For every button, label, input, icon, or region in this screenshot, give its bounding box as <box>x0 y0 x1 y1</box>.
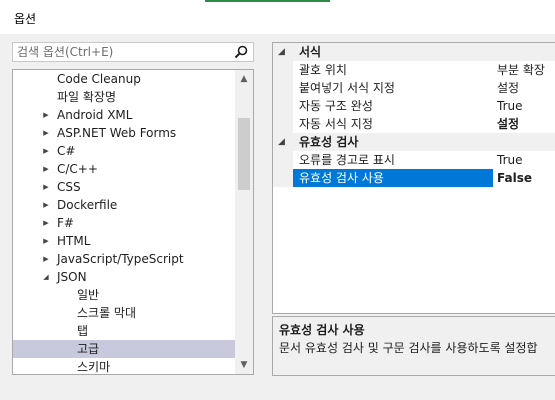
property-gutter <box>273 115 293 133</box>
property-row[interactable]: 자동 서식 지정 설정 <box>273 115 555 133</box>
tree-item-label: 고급 <box>77 342 100 356</box>
tree-item-label: JSON <box>57 270 87 284</box>
scroll-thumb[interactable] <box>238 118 250 190</box>
tree-item[interactable]: ▶ ASP.NET Web Forms <box>13 124 235 142</box>
tree-item[interactable]: ▶ F# <box>13 214 235 232</box>
tree-item-label: 스크롤 막대 <box>77 306 137 320</box>
tree-scrollbar[interactable]: ▲ ▼ <box>235 70 253 374</box>
property-gutter <box>273 79 293 97</box>
search-input[interactable] <box>17 44 227 60</box>
options-tree[interactable]: ▲ ▼ Code Cleanup 파일 확장명 ▶ Android XML ▶ ASP.N… <box>12 69 254 375</box>
description-panel: 유효성 검사 사용 문서 유효성 검사 및 구문 검사를 사용하도록 설정합 <box>272 316 555 376</box>
expand-arrow-icon[interactable]: ▶ <box>41 178 51 196</box>
tree-item[interactable]: 일반 <box>13 286 235 304</box>
tree-item[interactable]: 탭 <box>13 322 235 340</box>
tree-item-label: Android XML <box>57 108 133 122</box>
tree-item-label: CSS <box>57 180 81 194</box>
tree-item[interactable]: ▶ CSS <box>13 178 235 196</box>
tree-item-label: 파일 확장명 <box>57 90 117 104</box>
property-value[interactable]: False <box>497 169 555 187</box>
category-header[interactable]: ◢ 유효성 검사 <box>273 133 555 151</box>
tree-item[interactable]: 파일 확장명 <box>13 88 235 106</box>
search-icon[interactable] <box>233 44 249 60</box>
category-label: 유효성 검사 <box>299 135 359 149</box>
property-row[interactable]: 붙여넣기 서식 지정 설정 <box>273 79 555 97</box>
property-row[interactable]: 유효성 검사 사용 False <box>273 169 555 187</box>
tree-item-label: 스키마 <box>77 360 111 374</box>
property-gutter <box>273 61 293 79</box>
tree-item[interactable]: Code Cleanup <box>13 70 235 88</box>
description-text: 문서 유효성 검사 및 구문 검사를 사용하도록 설정합 <box>279 341 538 355</box>
property-name[interactable]: 자동 서식 지정 <box>293 115 493 133</box>
expand-arrow-icon[interactable]: ▶ <box>41 160 51 178</box>
tree-item-label: 탭 <box>77 324 89 338</box>
tree-item[interactable]: ▶ C/C++ <box>13 160 235 178</box>
tree-item[interactable]: ▶ Android XML <box>13 106 235 124</box>
scroll-down-arrow-icon[interactable]: ▼ <box>235 356 253 374</box>
property-value[interactable]: 설정 <box>497 79 555 97</box>
expand-arrow-icon[interactable]: ▶ <box>41 142 51 160</box>
tree-item[interactable]: ▶ JavaScript/TypeScript <box>13 250 235 268</box>
property-row[interactable]: 괄호 위치 부분 확장 <box>273 61 555 79</box>
expand-arrow-icon[interactable]: ▶ <box>41 250 51 268</box>
tree-item-label: 일반 <box>77 288 100 302</box>
tree-item[interactable]: 스키마 <box>13 358 235 374</box>
tree-item-label: C/C++ <box>57 162 98 176</box>
window-title: 옵션 <box>14 12 37 26</box>
tree-item[interactable]: ◢ JSON <box>13 268 235 286</box>
tree-item-label: ASP.NET Web Forms <box>57 126 177 140</box>
category-label: 서식 <box>299 45 322 59</box>
tree-item[interactable]: ▶ Dockerfile <box>13 196 235 214</box>
expand-arrow-icon[interactable]: ▶ <box>41 232 51 250</box>
expand-arrow-icon[interactable]: ▶ <box>41 214 51 232</box>
property-gutter <box>273 151 293 169</box>
property-name[interactable]: 오류를 경고로 표시 <box>293 151 493 169</box>
collapse-arrow-icon[interactable]: ◢ <box>41 268 51 286</box>
tree-item-label: Dockerfile <box>57 198 118 212</box>
property-name[interactable]: 자동 구조 완성 <box>293 97 493 115</box>
tree-item[interactable]: 고급 <box>13 340 235 358</box>
property-row[interactable]: 자동 구조 완성 True <box>273 97 555 115</box>
property-value[interactable]: True <box>497 97 555 115</box>
tree-item-label: F# <box>57 216 74 230</box>
scroll-up-arrow-icon[interactable]: ▲ <box>235 70 253 88</box>
category-header[interactable]: ◢ 서식 <box>273 43 555 61</box>
description-title: 유효성 검사 사용 <box>279 323 365 337</box>
property-row[interactable]: 오류를 경고로 표시 True <box>273 151 555 169</box>
search-box[interactable] <box>12 42 254 62</box>
tree-item-label: C# <box>57 144 76 158</box>
property-gutter <box>273 97 293 115</box>
property-value[interactable]: 설정 <box>497 115 555 133</box>
property-gutter <box>273 169 293 187</box>
tree-item-label: JavaScript/TypeScript <box>57 252 184 266</box>
property-name[interactable]: 유효성 검사 사용 <box>293 169 493 187</box>
property-grid[interactable]: ◢ 서식 괄호 위치 부분 확장 붙여넣기 서식 지정 설정 자동 구조 완성 True 자동 … <box>272 42 555 314</box>
property-name[interactable]: 붙여넣기 서식 지정 <box>293 79 493 97</box>
expand-arrow-icon[interactable]: ▶ <box>41 106 51 124</box>
tree-item[interactable]: ▶ HTML <box>13 232 235 250</box>
tree-item-label: Code Cleanup <box>57 72 141 86</box>
property-value[interactable]: True <box>497 151 555 169</box>
collapse-caret-icon[interactable]: ◢ <box>278 43 285 61</box>
expand-arrow-icon[interactable]: ▶ <box>41 124 51 142</box>
property-name[interactable]: 괄호 위치 <box>293 61 493 79</box>
tree-item-label: HTML <box>57 234 91 248</box>
expand-arrow-icon[interactable]: ▶ <box>41 196 51 214</box>
tree-item[interactable]: 스크롤 막대 <box>13 304 235 322</box>
collapse-caret-icon[interactable]: ◢ <box>278 133 285 151</box>
property-value[interactable]: 부분 확장 <box>497 61 555 79</box>
title-bar: 옵션 <box>0 0 555 34</box>
title-accent-line <box>205 0 330 2</box>
tree-item[interactable]: ▶ C# <box>13 142 235 160</box>
